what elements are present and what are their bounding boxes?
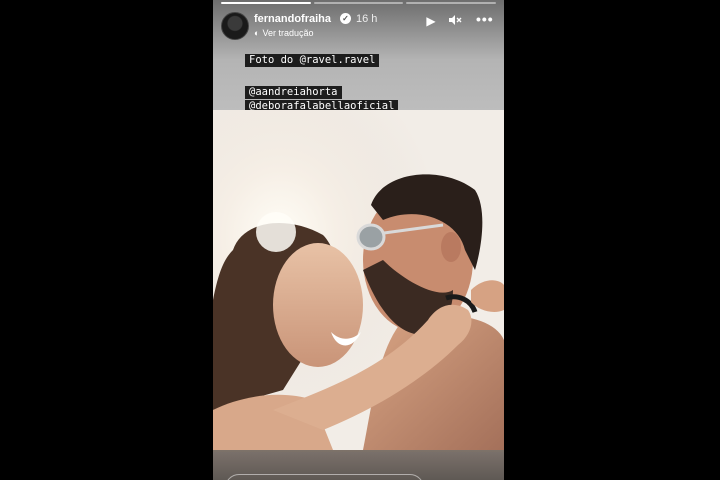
verified-badge-icon: ✓ bbox=[340, 13, 351, 24]
avatar[interactable] bbox=[221, 12, 249, 40]
translate-label: Ver tradução bbox=[262, 28, 314, 38]
mute-icon[interactable] bbox=[447, 14, 463, 29]
story-progress-bar bbox=[221, 2, 497, 4]
translate-link[interactable]: ◐ Ver tradução bbox=[254, 28, 313, 38]
progress-segment bbox=[406, 2, 497, 4]
translate-icon: ◐ bbox=[254, 28, 260, 38]
story-viewer[interactable]: fernandofraiha ✓ 16 h ◐ Ver tradução ▶ ••… bbox=[213, 0, 504, 480]
more-icon[interactable]: ••• bbox=[476, 12, 493, 26]
reply-input[interactable] bbox=[225, 474, 424, 480]
reply-bar bbox=[213, 452, 504, 480]
play-icon[interactable]: ▶ bbox=[423, 14, 439, 28]
story-header: fernandofraiha ✓ 16 h ◐ Ver tradução ▶ ••… bbox=[221, 10, 496, 42]
progress-segment bbox=[313, 2, 404, 4]
mute-icon-graphic bbox=[449, 15, 462, 25]
story-photo bbox=[213, 110, 504, 450]
post-time: 16 h bbox=[356, 13, 378, 25]
caption-photo-credit: Foto do @ravel.ravel bbox=[245, 54, 380, 67]
username[interactable]: fernandofraiha bbox=[254, 13, 331, 25]
progress-segment bbox=[221, 2, 311, 4]
caption-mention[interactable]: @aandreiahorta bbox=[245, 86, 342, 99]
